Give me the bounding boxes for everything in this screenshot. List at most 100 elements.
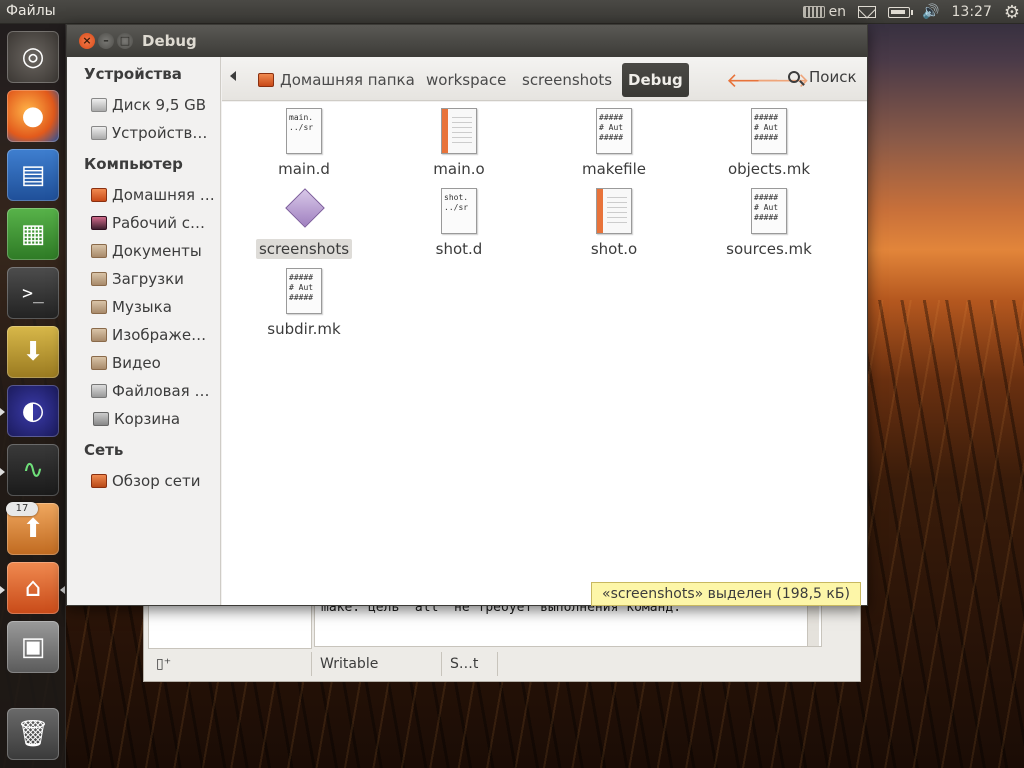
launcher-home-folder[interactable]: ⌂ xyxy=(7,562,59,614)
folder-icon xyxy=(91,244,107,258)
sidebar-item-home[interactable]: Домашняя … xyxy=(91,182,217,208)
file-name: shot.d xyxy=(435,240,483,258)
network-icon xyxy=(91,474,107,488)
window-titlebar[interactable]: × – □ Debug xyxy=(67,25,867,57)
launcher-terminal[interactable]: >_ xyxy=(7,267,59,319)
session-gear-icon[interactable]: ⚙ xyxy=(1004,2,1020,23)
minimize-button[interactable]: – xyxy=(98,33,114,49)
sidebar-item-documents[interactable]: Документы xyxy=(91,238,217,264)
sidebar-header-computer: Компьютер xyxy=(84,155,183,173)
writer-icon: ▤ xyxy=(20,160,46,190)
file-item-main-o[interactable]: main.o xyxy=(399,108,519,182)
sidebar-item-network-browse[interactable]: Обзор сети xyxy=(91,468,217,494)
sidebar-item-label: Устройств… xyxy=(112,124,208,142)
search-button[interactable]: Поиск xyxy=(788,68,857,86)
breadcrumb-screenshots[interactable]: screenshots xyxy=(522,68,612,92)
background-eclipse-window[interactable]: make: цель `all' не требует выполнения к… xyxy=(143,600,861,682)
keyboard-indicator[interactable]: en xyxy=(802,4,846,20)
window-title: Debug xyxy=(142,32,197,50)
sidebar-item-pictures[interactable]: Изображе… xyxy=(91,322,217,348)
filesystem-icon xyxy=(91,384,107,398)
focused-indicator-home xyxy=(60,586,65,594)
file-item-sources-mk[interactable]: ##### # Aut ##### sources.mk xyxy=(709,188,829,262)
text-file-icon: ##### # Aut ##### xyxy=(751,108,787,154)
running-indicator-home xyxy=(0,586,5,594)
file-item-main-d[interactable]: main. ../sr main.d xyxy=(244,108,364,182)
breadcrumb-scroll-left-icon[interactable] xyxy=(230,71,236,81)
battery-icon xyxy=(888,6,914,18)
file-item-makefile[interactable]: ##### # Aut ##### makefile xyxy=(554,108,674,182)
status-writable: Writable xyxy=(312,652,442,676)
file-item-shot-o[interactable]: shot.o xyxy=(554,188,674,262)
breadcrumb-debug[interactable]: Debug xyxy=(622,63,689,97)
status-new-icon-cell[interactable]: ▯⁺ xyxy=(148,652,312,676)
file-manager-window: × – □ Debug Устройства Диск 9,5 GB Устро… xyxy=(66,24,868,606)
breadcrumb-home[interactable]: Домашняя папка xyxy=(258,68,415,92)
object-file-icon xyxy=(441,108,477,154)
launcher-calc[interactable]: ▦ xyxy=(7,208,59,260)
executable-diamond-icon xyxy=(285,188,325,228)
breadcrumb-label: Домашняя папка xyxy=(280,71,415,89)
console-scrollbar[interactable] xyxy=(807,602,819,646)
file-icon-view[interactable]: main. ../sr main.d main.o ##### # Aut ##… xyxy=(222,102,867,605)
sidebar-item-filesystem[interactable]: Файловая … xyxy=(91,378,217,404)
launcher-firefox[interactable]: ● xyxy=(7,90,59,142)
system-monitor-icon: ∿ xyxy=(22,455,44,485)
file-item-screenshots[interactable]: screenshots xyxy=(244,188,364,262)
launcher-system-monitor[interactable]: ∿ xyxy=(7,444,59,496)
console-output[interactable]: make: цель `all' не требует выполнения к… xyxy=(314,601,822,647)
indicator-area: en 🔊 13:27 ⚙ xyxy=(802,0,1020,24)
sound-indicator[interactable]: 🔊 xyxy=(922,4,939,20)
sidebar-item-disk[interactable]: Диск 9,5 GB xyxy=(91,92,217,118)
home-folder-icon: ⌂ xyxy=(24,573,42,603)
keyboard-icon xyxy=(802,6,825,18)
trash-icon: 🗑 xyxy=(16,719,50,749)
sidebar-item-label: Загрузки xyxy=(112,270,184,288)
workspace-switcher-icon: ▣ xyxy=(20,632,46,662)
file-item-objects-mk[interactable]: ##### # Aut ##### objects.mk xyxy=(709,108,829,182)
close-button[interactable]: × xyxy=(79,33,95,49)
desktop-icon xyxy=(91,216,107,230)
messaging-indicator[interactable] xyxy=(858,6,877,18)
sidebar-item-desktop[interactable]: Рабочий с… xyxy=(91,210,217,236)
disk-icon xyxy=(91,126,107,140)
sidebar-item-music[interactable]: Музыка xyxy=(91,294,217,320)
unity-launcher: ◎ ● ▤ ▦ >_ ⬇ ◐ ∿ ⬆ ⌂ ▣ 🗑 17 xyxy=(0,24,66,768)
file-item-subdir-mk[interactable]: ##### # Aut ##### subdir.mk xyxy=(244,268,364,342)
text-file-icon: ##### # Aut ##### xyxy=(751,188,787,234)
launcher-workspace-switcher[interactable]: ▣ xyxy=(7,621,59,673)
clock[interactable]: 13:27 xyxy=(952,4,992,20)
sidebar-item-label: Файловая … xyxy=(112,382,210,400)
file-name: main.d xyxy=(278,160,330,178)
sidebar-item-label: Диск 9,5 GB xyxy=(112,96,207,114)
breadcrumb-workspace[interactable]: workspace xyxy=(426,68,506,92)
battery-indicator[interactable] xyxy=(888,6,914,18)
launcher-writer[interactable]: ▤ xyxy=(7,149,59,201)
sidebar-item-downloads[interactable]: Загрузки xyxy=(91,266,217,292)
project-explorer-pane[interactable] xyxy=(148,605,312,649)
file-name: objects.mk xyxy=(727,160,811,178)
sidebar-item-trash[interactable]: Корзина xyxy=(91,406,217,432)
top-panel: Файлы en 🔊 13:27 ⚙ xyxy=(0,0,1024,24)
update-manager-icon: ⬆ xyxy=(22,514,44,544)
object-file-icon xyxy=(596,188,632,234)
sidebar-item-device[interactable]: Устройств… xyxy=(91,120,217,146)
software-install-icon: ⬇ xyxy=(22,337,44,367)
sidebar-item-label: Домашняя … xyxy=(112,186,215,204)
search-icon xyxy=(788,71,800,83)
firefox-icon: ● xyxy=(21,101,45,131)
launcher-eclipse[interactable]: ◐ xyxy=(7,385,59,437)
launcher-software-install[interactable]: ⬇ xyxy=(7,326,59,378)
file-name: subdir.mk xyxy=(267,320,341,338)
dash-home-button[interactable]: ◎ xyxy=(7,31,59,83)
file-name: main.o xyxy=(433,160,485,178)
file-item-shot-d[interactable]: shot. ../sr shot.d xyxy=(399,188,519,262)
sidebar-item-videos[interactable]: Видео xyxy=(91,350,217,376)
folder-icon xyxy=(91,272,107,286)
text-file-icon: main. ../sr xyxy=(286,108,322,154)
maximize-button[interactable]: □ xyxy=(117,33,133,49)
launcher-trash[interactable]: 🗑 xyxy=(7,708,59,760)
running-indicator-eclipse xyxy=(0,408,5,416)
places-sidebar: Устройства Диск 9,5 GB Устройств… Компью… xyxy=(67,57,221,605)
running-indicator-monitor xyxy=(0,468,5,476)
